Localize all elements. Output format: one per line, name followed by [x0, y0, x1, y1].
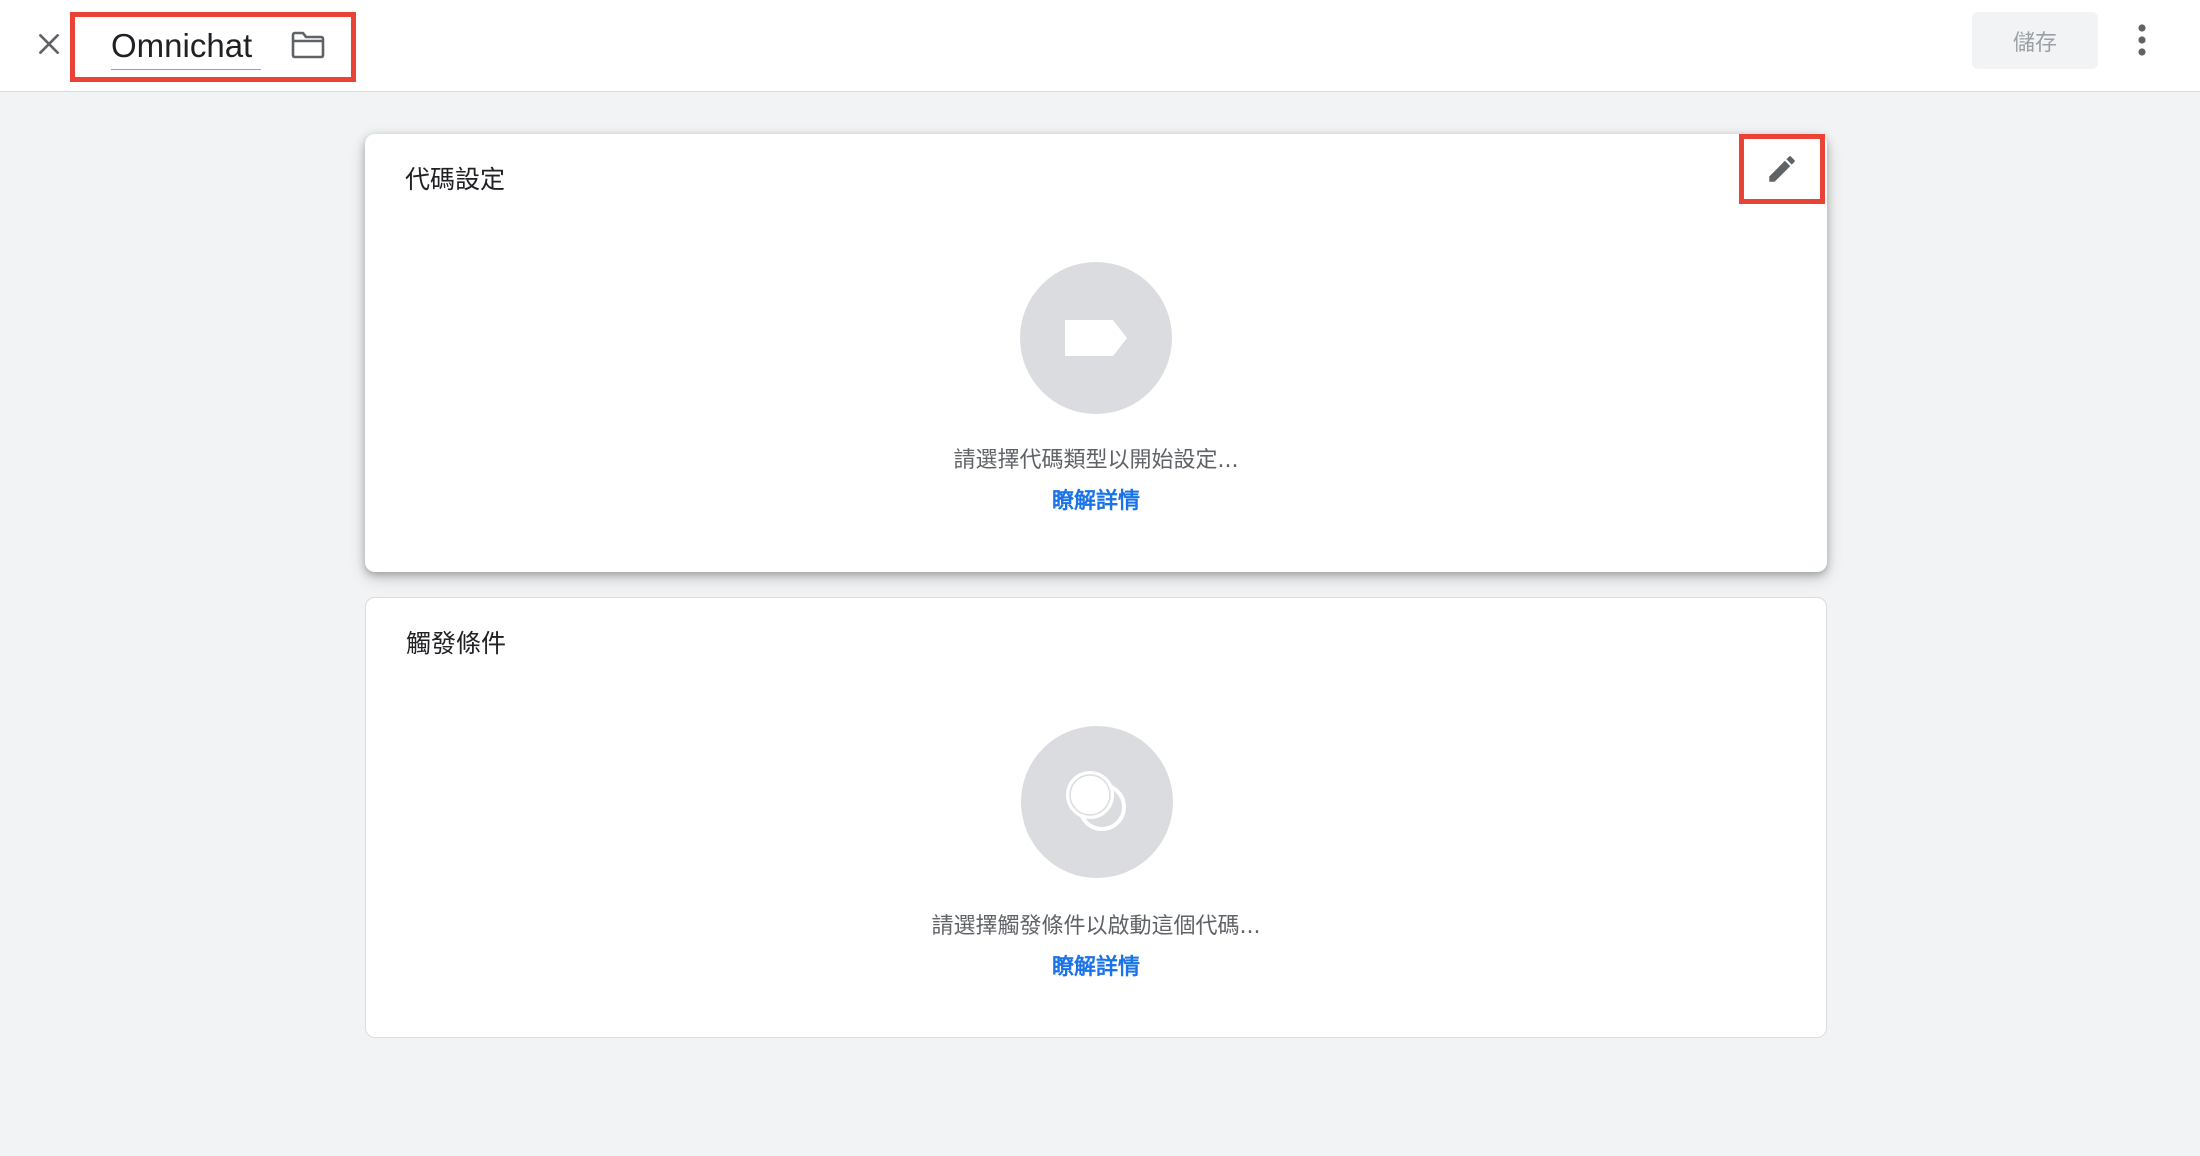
top-bar: 儲存	[0, 0, 2200, 92]
close-button[interactable]	[26, 21, 72, 67]
tag-config-hint: 請選擇代碼類型以開始設定...	[953, 448, 1239, 473]
tag-placeholder-circle[interactable]	[1020, 262, 1172, 414]
edit-button[interactable]	[1739, 134, 1825, 204]
title-highlight-box	[70, 12, 356, 82]
trigger-hint: 請選擇觸發條件以啟動這個代碼...	[931, 914, 1261, 939]
trigger-circles-icon	[1066, 771, 1126, 831]
tag-icon	[1065, 320, 1127, 356]
card-title: 代碼設定	[405, 165, 506, 194]
tag-name-input[interactable]	[111, 26, 261, 70]
pencil-icon	[1769, 156, 1795, 182]
tag-configuration-card[interactable]: 代碼設定 請選擇代碼類型以開始設定... 瞭解詳情	[365, 134, 1827, 572]
learn-more-link[interactable]: 瞭解詳情	[366, 949, 1826, 981]
trigger-placeholder-circle[interactable]	[1021, 726, 1173, 878]
save-button[interactable]: 儲存	[1972, 12, 2098, 69]
folder-button[interactable]	[288, 25, 328, 65]
triggering-card[interactable]: 觸發條件 請選擇觸發條件以啟動這個代碼... 瞭解詳情	[365, 597, 1827, 1038]
more-options-button[interactable]	[2122, 18, 2162, 62]
close-icon	[39, 34, 59, 54]
learn-more-link[interactable]: 瞭解詳情	[365, 483, 1827, 515]
more-vert-icon	[2138, 24, 2146, 56]
card-title: 觸發條件	[406, 629, 507, 658]
folder-icon	[291, 31, 325, 59]
